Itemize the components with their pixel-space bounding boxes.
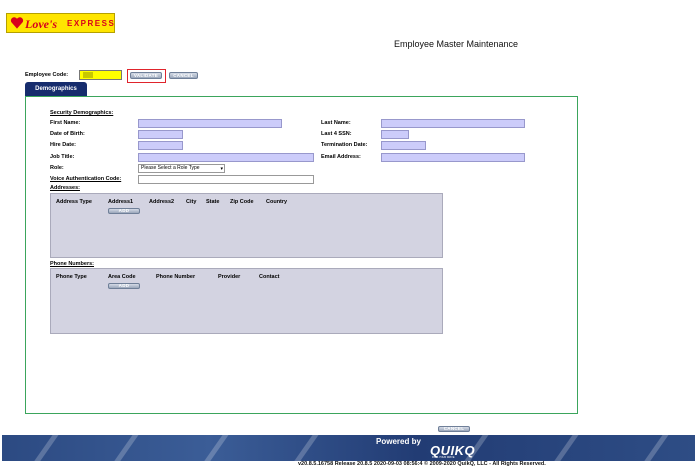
employee-code-label: Employee Code:	[25, 72, 69, 78]
employee-code-value	[83, 72, 93, 78]
phone-col-type: Phone Type	[56, 274, 87, 280]
address-col-city: City	[186, 199, 197, 205]
hire-date-label: Hire Date:	[50, 142, 76, 148]
job-title-field[interactable]	[138, 153, 314, 162]
employee-code-input[interactable]	[79, 70, 122, 80]
loves-express-logo: Love's EXPRESS	[6, 13, 115, 33]
version-footer: v20.8.5.16758 Release 20.8.5 2020-09-03 …	[298, 461, 546, 467]
last4-ssn-label: Last 4 SSN:	[321, 131, 352, 137]
email-field[interactable]	[381, 153, 525, 162]
hire-date-field[interactable]	[138, 141, 183, 150]
phone-col-contact: Contact	[259, 274, 280, 280]
dob-label: Date of Birth:	[50, 131, 85, 137]
address-col-address1: Address1	[108, 199, 134, 205]
page-title: Employee Master Maintenance	[394, 39, 519, 49]
phone-numbers-title: Phone Numbers:	[50, 261, 95, 267]
tab-demographics[interactable]: Demographics	[25, 82, 87, 96]
voice-auth-label: Voice Authentication Code:	[50, 176, 122, 182]
last-name-field[interactable]	[381, 119, 525, 128]
chevron-down-icon: ▾	[220, 166, 223, 172]
role-select[interactable]: Please Select a Role Type ▾	[138, 164, 225, 173]
footer-cancel-button[interactable]: CANCEL	[438, 426, 470, 432]
cancel-button[interactable]: CANCEL	[169, 72, 198, 79]
quikq-tagline: FUEL YOUR DRIVE	[432, 456, 455, 459]
addresses-title: Addresses:	[50, 185, 80, 191]
address-col-zip: Zip Code	[230, 199, 254, 205]
role-label: Role:	[50, 165, 64, 171]
voice-auth-field[interactable]	[138, 175, 314, 184]
add-address-button[interactable]: ADD	[108, 208, 140, 214]
termination-date-field[interactable]	[381, 141, 426, 150]
logo-suffix: EXPRESS	[67, 19, 116, 28]
address-col-country: Country	[266, 199, 288, 205]
heart-icon	[10, 17, 24, 29]
footer-banner	[2, 435, 695, 461]
phone-col-provider: Provider	[218, 274, 241, 280]
address-col-state: State	[206, 199, 220, 205]
first-name-label: First Name:	[50, 120, 81, 126]
address-col-type: Address Type	[56, 199, 92, 205]
powered-by-text: Powered by	[376, 437, 421, 446]
first-name-field[interactable]	[138, 119, 282, 128]
logo-brand: Love's	[25, 17, 57, 31]
role-select-value: Please Select a Role Type	[141, 165, 200, 171]
add-phone-button[interactable]: ADD	[108, 283, 140, 289]
phone-col-area-code: Area Code	[108, 274, 136, 280]
last-name-label: Last Name:	[321, 120, 351, 126]
job-title-label: Job Title:	[50, 154, 75, 160]
validate-button[interactable]: VALIDATE	[130, 72, 162, 79]
email-label: Email Address:	[321, 154, 361, 160]
security-demographics-title: Security Demographics:	[50, 110, 114, 116]
last4-ssn-field[interactable]	[381, 130, 409, 139]
phone-col-number: Phone Number	[156, 274, 196, 280]
dob-field[interactable]	[138, 130, 183, 139]
termination-date-label: Termination Date:	[321, 142, 368, 148]
address-col-address2: Address2	[149, 199, 175, 205]
